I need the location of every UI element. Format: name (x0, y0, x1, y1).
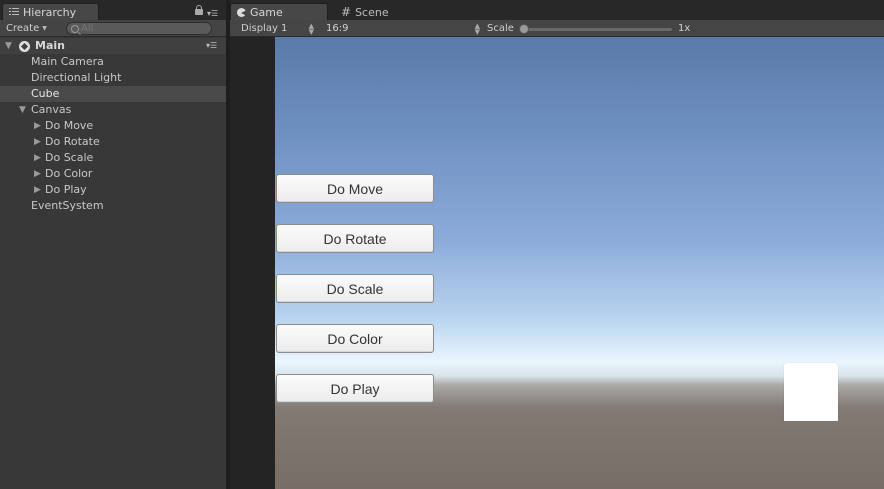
tree-item-label: Do Play (45, 183, 87, 196)
tree-item-directional-light[interactable]: Directional Light (0, 70, 226, 86)
create-button[interactable]: Create ▼ (6, 21, 47, 36)
tab-scene-label: Scene (355, 5, 389, 19)
hierarchy-tree: ▼ Main ▾☰ Main Camera Directional Light … (0, 38, 226, 214)
tree-item-label: Cube (31, 87, 60, 100)
unity-scene-icon (19, 41, 30, 52)
tab-hierarchy-label: Hierarchy (23, 5, 77, 19)
scene-name: Main (35, 39, 65, 52)
game-tab-strip: Game # Scene (230, 0, 884, 20)
tree-item-canvas[interactable]: ▼ Canvas (0, 102, 226, 118)
aspect-select[interactable]: 16:9 ▲ ▼ (326, 21, 480, 36)
tab-hierarchy[interactable]: Hierarchy (2, 3, 99, 20)
hierarchy-toolbar: Create ▼ (0, 20, 226, 37)
do-rotate-button[interactable]: Do Rotate (276, 224, 434, 253)
create-button-label: Create (6, 23, 40, 34)
grid-icon: # (341, 5, 352, 19)
tree-item-event-system[interactable]: EventSystem (0, 198, 226, 214)
game-viewport[interactable]: Do Move Do Rotate Do Scale Do Color Do P… (275, 37, 884, 489)
tree-item-label: Main Camera (31, 55, 104, 68)
fold-open-icon[interactable]: ▼ (5, 38, 12, 54)
hierarchy-panel: Hierarchy ▾☰ Create ▼ ▼ Main ▾☰ Main Cam… (0, 0, 226, 489)
hierarchy-lines-icon (9, 8, 19, 16)
game-toolbar: Display 1 ▲ ▼ 16:9 ▲ ▼ Scale 1x (230, 20, 884, 37)
tree-item-label: Directional Light (31, 71, 122, 84)
game-panel: Game # Scene Display 1 ▲ ▼ 16:9 ▲ ▼ Scale … (230, 0, 884, 489)
scene-menu-icon[interactable]: ▾☰ (206, 41, 220, 50)
scale-slider[interactable] (519, 24, 672, 34)
display-select-value: Display 1 (241, 23, 288, 34)
tree-item-label: Do Rotate (45, 135, 100, 148)
fold-closed-icon[interactable]: ▶ (34, 166, 41, 182)
scale-slider-thumb[interactable] (519, 24, 529, 34)
tab-game-label: Game (250, 5, 283, 19)
tree-item-label: Do Scale (45, 151, 94, 164)
do-move-button[interactable]: Do Move (276, 174, 434, 203)
tree-item-do-play[interactable]: ▶ Do Play (0, 182, 226, 198)
tree-item-label: Canvas (31, 103, 72, 116)
panel-menu-icon[interactable]: ▾☰ (207, 9, 221, 18)
tab-scene[interactable]: # Scene (334, 3, 404, 20)
pacman-icon (237, 7, 247, 17)
do-color-button[interactable]: Do Color (276, 324, 434, 353)
fold-closed-icon[interactable]: ▶ (34, 118, 41, 134)
tree-item-label: EventSystem (31, 199, 104, 212)
tree-item-cube[interactable]: Cube (0, 86, 226, 102)
aspect-select-value: 16:9 (326, 23, 349, 34)
tab-game[interactable]: Game (230, 3, 328, 20)
hierarchy-tab-strip: Hierarchy ▾☰ (0, 0, 226, 20)
fold-closed-icon[interactable]: ▶ (34, 134, 41, 150)
do-play-button[interactable]: Do Play (276, 374, 434, 403)
tree-item-label: Do Color (45, 167, 93, 180)
search-icon (71, 24, 79, 33)
scale-value: 1x (678, 23, 691, 34)
fold-closed-icon[interactable]: ▶ (34, 150, 41, 166)
chevron-down-icon: ▼ (42, 25, 47, 32)
scene-row-main[interactable]: ▼ Main ▾☰ (0, 38, 226, 54)
scale-label: Scale (487, 23, 514, 34)
updown-arrows-icon: ▲ ▼ (308, 21, 314, 36)
do-scale-button[interactable]: Do Scale (276, 274, 434, 303)
tree-item-do-move[interactable]: ▶ Do Move (0, 118, 226, 134)
tree-item-main-camera[interactable]: Main Camera (0, 54, 226, 70)
tree-item-do-scale[interactable]: ▶ Do Scale (0, 150, 226, 166)
search-input[interactable] (81, 23, 201, 34)
display-select[interactable]: Display 1 ▲ ▼ (241, 21, 314, 36)
fold-open-icon[interactable]: ▼ (19, 102, 26, 118)
cube-object (784, 363, 838, 421)
tree-item-label: Do Move (45, 119, 94, 132)
updown-arrows-icon: ▲ ▼ (474, 21, 480, 36)
fold-closed-icon[interactable]: ▶ (34, 182, 41, 198)
search-field[interactable] (66, 22, 212, 35)
tree-item-do-rotate[interactable]: ▶ Do Rotate (0, 134, 226, 150)
tree-item-do-color[interactable]: ▶ Do Color (0, 166, 226, 182)
lock-icon[interactable] (195, 5, 203, 16)
